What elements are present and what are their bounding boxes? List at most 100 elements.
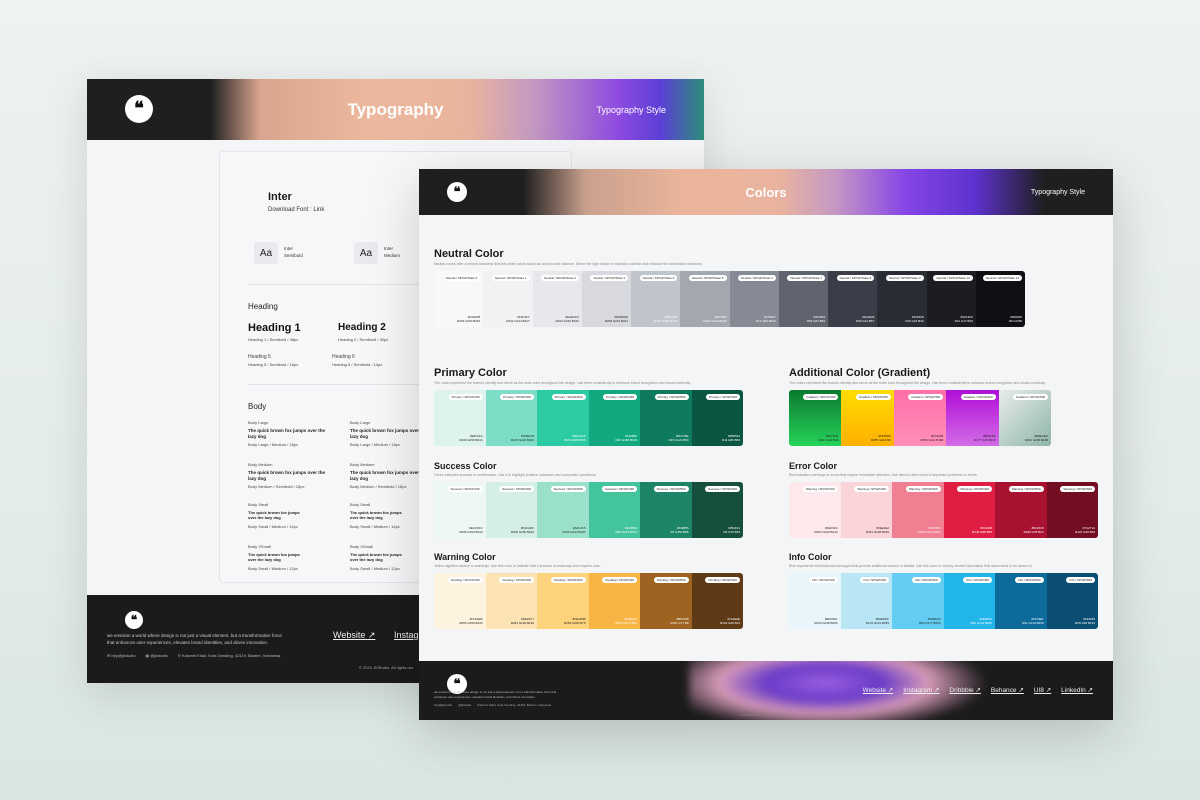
footer-address: Kalcemi Kidul, Kota Gending, 42119, Bant…: [477, 703, 552, 707]
body-style-sample: The quick brown fox jumps over the lazy …: [350, 510, 402, 521]
color-swatch[interactable]: Primary / SP/GP/500 #0F7A5E R15 G122 B94: [640, 390, 692, 446]
swatch-hex: #98A2B3 R152 G162 B179: [654, 314, 678, 323]
color-swatch[interactable]: Info / SP/GP/200 #B2DDFF R178 G221 B255: [840, 573, 892, 629]
swatch-name-pill: Warning / SP/GP/100: [802, 486, 838, 492]
footer-contact: hey@jkstudio @jkstudio Kalcemi Kidul, Ko…: [434, 703, 551, 707]
color-swatch[interactable]: Gradient / SP/GP/200 #FFD500 R255 G213 B0: [841, 390, 894, 446]
swatch-name-pill: Pending / SP/GP/500: [653, 577, 689, 583]
body-style-spec: Body Medium / Semibold / 16px: [248, 484, 305, 489]
swatch-name-pill: Info / SP/GP/100: [808, 577, 838, 583]
footer-email[interactable]: ✉ hey@jkstudio: [107, 653, 136, 658]
color-swatch[interactable]: Neutral / SP/GP/State 2 #EAECF0 R234 G236 …: [532, 271, 582, 327]
color-swatch[interactable]: Pending / SP/GP/300 #FEC84B R254 G200 B75: [537, 573, 589, 629]
color-swatch[interactable]: Neutral / SP/GP/State 3 #D0D5DD R208 G213 …: [581, 271, 631, 327]
color-swatch[interactable]: Warning / SP/GP/600 #7A271A R122 G39 B26: [1046, 482, 1098, 538]
color-swatch[interactable]: Success / SP/GP/300 #A6F4C5 R166 G244 B197: [537, 482, 589, 538]
color-swatch[interactable]: Neutral / SP/GP/State 0 #F9FAFB R249 G250 …: [434, 271, 484, 327]
color-swatch[interactable]: Gradient / SP/GP/300 #FF6FA8 R255 G111 B16…: [893, 390, 947, 446]
download-font-link[interactable]: Download Font : Link: [268, 207, 324, 213]
color-swatch[interactable]: Neutral / SP/GP/State 6 #475467 R71 G84 B1…: [729, 271, 779, 327]
footer-link-ui8[interactable]: UI8 ↗: [1034, 686, 1051, 694]
footer-address: ⚲ Kalcemi Kidul, Kota Gending, 42119, Ba…: [177, 653, 281, 658]
color-swatch[interactable]: Info / SP/GP/600 #194185 R25 G65 B133: [1046, 573, 1098, 629]
color-swatch[interactable]: Primary / SP/GP/400 #14A882 R20 G168 B130: [588, 390, 640, 446]
footer-handle[interactable]: @jkstudio: [458, 703, 471, 707]
color-swatch[interactable]: Success / SP/GP/100 #ECFDF3 R236 G253 B243: [434, 482, 486, 538]
swatch-name-pill: Gradient / SP/GP/100: [803, 394, 839, 400]
swatch-name-pill: Pending / SP/GP/100: [447, 577, 483, 583]
color-swatch[interactable]: Neutral / SP/GP/State 11 #000000 R0 G0 B0: [975, 271, 1025, 327]
color-swatch[interactable]: Info / SP/GP/500 #1570EF R21 G112 B239: [995, 573, 1047, 629]
color-swatch[interactable]: Neutral / SP/GP/State 9 #101828 R16 G24 B4…: [877, 271, 927, 327]
color-swatch[interactable]: Neutral / SP/GP/State 5 #667085 R102 G112 …: [680, 271, 730, 327]
swatch-hex: #53B1FD R83 G177 B253: [918, 616, 941, 625]
swatch-hex: #0F7A5E R15 G122 B94: [668, 433, 689, 442]
footer-link-dribbble[interactable]: Dribbble ↗: [949, 686, 980, 694]
color-swatch[interactable]: Pending / SP/GP/400 #FDB022 R253 G176 B34: [588, 573, 640, 629]
swatch-hex: #FEF3F2 R254 G243 B242: [814, 525, 838, 534]
arrow-up-right-icon: ↗: [367, 630, 376, 640]
body-style-label: Body Medium: [350, 462, 375, 467]
color-swatch[interactable]: Success / SP/GP/500 #039855 R3 G152 B85: [640, 482, 692, 538]
color-swatch[interactable]: Warning / SP/GP/200 #FEE4E2 R254 G228 B226: [840, 482, 892, 538]
swatch-hex: #F9FAFB R249 G250 B251: [457, 314, 481, 323]
color-swatch[interactable]: Warning / SP/GP/100 #FEF3F2 R254 G243 B242: [789, 482, 841, 538]
color-swatch[interactable]: Gradient / SP/GP/400 #B10FD8 R177 G15 B216: [946, 390, 999, 446]
color-swatch[interactable]: Warning / SP/GP/300 #F97066 R249 G112 B102: [892, 482, 944, 538]
gradient-swatch-strip: Gradient / SP/GP/100 #0A7A2E R10 G122 B46 G…: [789, 390, 1051, 446]
swatch-hex: #FF6FA8 R255 G111 B168: [920, 433, 944, 442]
color-swatch[interactable]: Warning / SP/GP/400 #F04438 R240 G68 B56: [943, 482, 995, 538]
color-swatch[interactable]: Neutral / SP/GP/State 1 #F2F4F7 R242 G244 …: [483, 271, 533, 327]
body-style-sample: The quick brown fox jumps over the lazy …: [248, 428, 326, 440]
body-style-spec: Body Large / Medium / 18px: [248, 442, 299, 447]
footer-link-instagram[interactable]: Instagram ↗: [903, 686, 939, 694]
footer-email[interactable]: hey@jkstudio: [434, 703, 452, 707]
color-swatch[interactable]: Info / SP/GP/300 #53B1FD R83 G177 B253: [892, 573, 944, 629]
heading-1-sample: Heading 1: [248, 322, 301, 334]
info-swatch-strip: Info / SP/GP/100 #EFF8FF R239 G248 B255 Inf…: [789, 573, 1098, 629]
color-swatch[interactable]: Info / SP/GP/400 #2E90FA R46 G144 B250: [943, 573, 995, 629]
group-title: Additional Color (Gradient): [789, 367, 931, 379]
swatch-name-pill: Neutral / SP/GP/State 9: [885, 275, 924, 281]
color-swatch[interactable]: Gradient / SP/GP/100 #0A7A2E R10 G122 B46: [789, 390, 842, 446]
swatch-hex: #B10FD8 R177 G15 B216: [974, 433, 996, 442]
footer-handle[interactable]: ◉ @jkstudio: [146, 653, 168, 658]
color-swatch[interactable]: Pending / SP/GP/200 #FEF0C7 R254 G240 B199: [485, 573, 537, 629]
footer-link-website[interactable]: Website ↗: [863, 686, 894, 694]
swatch-name-pill: Primary / SP/GP/600: [706, 394, 740, 400]
color-swatch[interactable]: Success / SP/GP/600 #054F31 R5 G79 B49: [691, 482, 743, 538]
color-swatch[interactable]: Pending / SP/GP/500 #B54708 R181 G71 B8: [640, 573, 692, 629]
colors-sheet: ❝ Colors Typography Style Neutral Color …: [419, 169, 1113, 720]
color-swatch[interactable]: Pending / SP/GP/100 #FFFAEB R255 G250 B235: [434, 573, 486, 629]
body-style-spec: Body Small / Medium / 12px: [350, 566, 400, 571]
color-swatch[interactable]: Primary / SP/GP/600 #0B5642 R11 G86 B66: [691, 390, 743, 446]
footer-copyright: © 2024 JKStudio. All rights res: [359, 665, 414, 670]
swatch-hex: #B54708 R181 G71 B8: [670, 616, 689, 625]
color-swatch[interactable]: Neutral / SP/GP/State 7 #344054 R52 G64 B8…: [778, 271, 828, 327]
color-swatch[interactable]: Primary / SP/GP/300 #2ECDA6 R46 G205 B166: [537, 390, 589, 446]
swatch-hex: #667085 R102 G112 B133: [703, 314, 727, 323]
swatch-hex: #039855 R3 G152 B85: [670, 525, 689, 534]
footer-link-linkedin[interactable]: LinkedIn ↗: [1061, 686, 1093, 694]
color-swatch[interactable]: Info / SP/GP/100 #EFF8FF R239 G248 B255: [789, 573, 841, 629]
color-swatch[interactable]: Success / SP/GP/200 #D1FADF R209 G250 B223: [485, 482, 537, 538]
footer-link-instagram[interactable]: Instag: [394, 630, 419, 640]
swatch-hex: #7A2E0E R122 G46 B14: [720, 616, 740, 625]
color-swatch[interactable]: Neutral / SP/GP/State 8 #1D2939 R29 G41 B5…: [828, 271, 878, 327]
color-swatch[interactable]: Warning / SP/GP/500 #B42318 R180 G35 B24: [995, 482, 1047, 538]
swatch-name-pill: Warning / SP/GP/200: [854, 486, 889, 492]
swatch-name-pill: Pending / SP/GP/600: [705, 577, 740, 583]
color-swatch[interactable]: Pending / SP/GP/600 #7A2E0E R122 G46 B14: [691, 573, 743, 629]
color-swatch[interactable]: Neutral / SP/GP/State 4 #98A2B3 R152 G162 …: [631, 271, 681, 327]
footer-link-website[interactable]: Website ↗: [333, 630, 375, 641]
color-swatch[interactable]: Primary / SP/GP/200 #7DE0C8 R125 G224 B200: [485, 390, 537, 446]
swatch-name-pill: Pending / SP/GP/400: [602, 577, 637, 583]
footer-link-behance[interactable]: Behance ↗: [991, 686, 1024, 694]
group-title: Success Color: [434, 461, 497, 471]
color-swatch[interactable]: Primary / SP/GP/100 #E6FAF4 R230 G250 B244: [434, 390, 486, 446]
swatch-hex: #A6F4C5 R166 G244 B197: [562, 525, 586, 534]
color-swatch[interactable]: Success / SP/GP/400 #32D583 R50 G213 B131: [588, 482, 640, 538]
color-swatch[interactable]: Gradient / SP/GP/500 #E8ECEC R232 G236 B23…: [998, 390, 1051, 446]
typography-header: ❝ Typography Typography Style: [87, 79, 704, 140]
color-swatch[interactable]: Neutral / SP/GP/State 10 #0C111D R12 G17 B…: [926, 271, 976, 327]
